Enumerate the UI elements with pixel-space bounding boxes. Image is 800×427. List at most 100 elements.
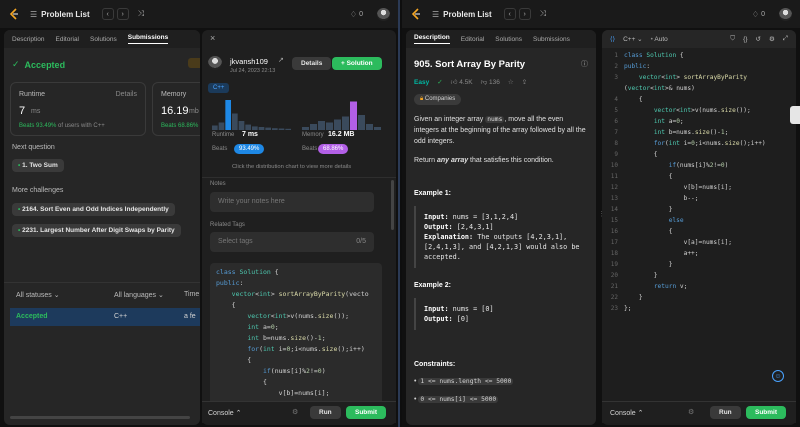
runtime-card[interactable]: Runtime Details 7 ms Beats 93.49% of use… [10, 82, 146, 136]
challenge-chip-1[interactable]: • 2164. Sort Even and Odd Indices Indepe… [12, 203, 175, 216]
code-line: }; [624, 305, 632, 312]
next-problem-button[interactable]: › [518, 8, 531, 20]
line-number: 7 [614, 129, 618, 136]
constraint-item: • 0 <= nums[i] <= 5000 [414, 396, 499, 403]
run-button[interactable]: Run [710, 406, 741, 419]
tab-editorial[interactable]: Editorial [56, 36, 79, 43]
code-line: { [216, 378, 267, 386]
dislike-button[interactable]: 👎︎ 136 [481, 78, 500, 86]
star-icon[interactable]: ☆ [508, 78, 514, 86]
next-problem-button[interactable]: › [116, 8, 129, 20]
console-toggle[interactable]: Console ⌃ [610, 409, 644, 417]
code-editor[interactable]: class Solution {public: vector<int> sort… [624, 50, 766, 314]
username[interactable]: jkvansh109 [230, 57, 268, 66]
console-toggle[interactable]: Console ⌃ [208, 409, 242, 417]
check-circle-icon: ✓ [12, 59, 20, 69]
row-time: a fe [184, 313, 196, 320]
notes-placeholder: Write your notes here [218, 198, 285, 205]
share-icon[interactable]: ⇪ [522, 78, 527, 86]
prev-problem-button[interactable]: ‹ [503, 8, 516, 20]
settings-icon[interactable]: ⚙ [769, 35, 775, 43]
table-row[interactable]: Accepted C++ a fe [10, 308, 200, 326]
code-bracket-icon: ⟨⟩ [610, 36, 616, 43]
chevron-down-icon: ⌄ [157, 292, 164, 299]
code-line: v[b]=nums[i]; [624, 184, 733, 191]
tab-solutions[interactable]: Solutions [90, 36, 117, 43]
row-status: Accepted [16, 313, 48, 320]
code-line: int b=nums.size()-1; [653, 129, 729, 136]
leetcode-logo-icon[interactable] [410, 8, 422, 20]
problem-list-icon[interactable]: ☰ [30, 10, 37, 19]
assistant-icon[interactable]: ☺ [772, 370, 784, 382]
side-notes-tab[interactable] [790, 106, 800, 124]
shuffle-icon[interactable]: ⤨ [540, 9, 546, 19]
submit-button[interactable]: Submit [346, 406, 387, 419]
like-button[interactable]: 👍︎ 4.5K [451, 78, 473, 86]
row-language: C++ [114, 313, 128, 320]
details-button[interactable]: Details [292, 57, 332, 70]
problem-list-link[interactable]: Problem List [443, 10, 491, 19]
avatar[interactable] [377, 7, 390, 21]
close-icon[interactable]: × [210, 33, 215, 43]
prev-problem-button[interactable]: ‹ [101, 8, 114, 20]
distribution-bar [374, 127, 381, 130]
user-avatar[interactable] [208, 56, 222, 70]
leetcode-logo-icon[interactable] [8, 8, 20, 20]
external-link-icon[interactable]: ↗ [278, 56, 284, 64]
avatar[interactable] [779, 7, 792, 21]
tab-editorial[interactable]: Editorial [461, 36, 484, 43]
tab-submissions[interactable]: Submissions [127, 34, 169, 44]
status-filter[interactable]: All statuses ⌄ [16, 291, 60, 299]
line-number: 19 [610, 261, 618, 268]
language-filter[interactable]: All languages ⌄ [114, 291, 164, 299]
line-number: 16 [610, 228, 618, 235]
shuffle-icon[interactable]: ⤨ [138, 9, 144, 19]
tab-description[interactable]: Description [414, 34, 450, 44]
tab-submissions[interactable]: Submissions [533, 36, 570, 43]
line-number: 14 [610, 206, 618, 213]
run-button[interactable]: Run [310, 406, 341, 419]
problem-list-icon[interactable]: ☰ [432, 10, 439, 19]
tab-description[interactable]: Description [12, 36, 45, 43]
code-line: else [668, 217, 684, 224]
code-line: v[a]=nums[i]; [624, 239, 733, 246]
auto-complete-toggle[interactable]: • Auto [651, 36, 668, 43]
runtime-distribution-chart[interactable] [212, 100, 292, 130]
code-block: class Solution {public: vector<int> sort… [210, 263, 382, 405]
language-select[interactable]: C++ ⌄ [623, 35, 643, 43]
challenge-chip-2[interactable]: • 2231. Largest Number After Digit Swaps… [12, 224, 181, 237]
problem-list-link[interactable]: Problem List [41, 10, 89, 19]
time-column-header: Time [184, 291, 200, 298]
next-question-heading: Next question [12, 144, 55, 151]
chevron-up-icon: ⌃ [637, 410, 644, 417]
submit-button[interactable]: Submit [746, 406, 787, 419]
companies-chip[interactable]: 🔒︎ Companies [414, 94, 462, 105]
horizontal-scrollbar[interactable] [10, 416, 190, 419]
post-solution-button[interactable]: + Solution [332, 57, 382, 70]
reset-icon[interactable]: ↺ [756, 35, 761, 43]
notes-label: Notes [210, 181, 226, 187]
streak-icon[interactable]: ♢ [752, 10, 759, 19]
memory-value: 16.19 [161, 105, 189, 117]
streak-icon[interactable]: ♢ [350, 10, 357, 19]
code-line: class Solution { [216, 268, 279, 276]
runtime-details-link[interactable]: Details [116, 91, 137, 98]
braces-icon[interactable]: {} [743, 36, 747, 43]
memory-card[interactable]: Memory 16.19 mb Beats 68.86% [152, 82, 200, 136]
next-question-chip[interactable]: • 1. Two Sum [12, 159, 64, 172]
memory-distribution-chart[interactable] [302, 100, 382, 130]
editorial-badge-icon[interactable] [188, 58, 200, 68]
line-number: 18 [610, 250, 618, 257]
distribution-bar [326, 122, 333, 130]
scrollbar[interactable] [391, 180, 394, 230]
debug-icon[interactable]: ⚙ [688, 408, 694, 416]
notes-input[interactable]: Write your notes here [210, 192, 374, 212]
bookmark-icon[interactable]: ⛉ [730, 35, 735, 43]
info-icon[interactable]: ⓘ [581, 59, 588, 69]
code-editor-panel: ⟨⟩ C++ ⌄ • Auto ⛉ {} ↺ ⚙ ⤢ 123 4 5 6 7 8 9 10 1… [602, 30, 796, 425]
distribution-bar [278, 128, 285, 130]
fullscreen-icon[interactable]: ⤢ [783, 35, 788, 43]
debug-icon[interactable]: ⚙ [292, 408, 298, 416]
tags-select[interactable]: Select tags 0/5 [210, 232, 374, 252]
tab-solutions[interactable]: Solutions [495, 36, 522, 43]
